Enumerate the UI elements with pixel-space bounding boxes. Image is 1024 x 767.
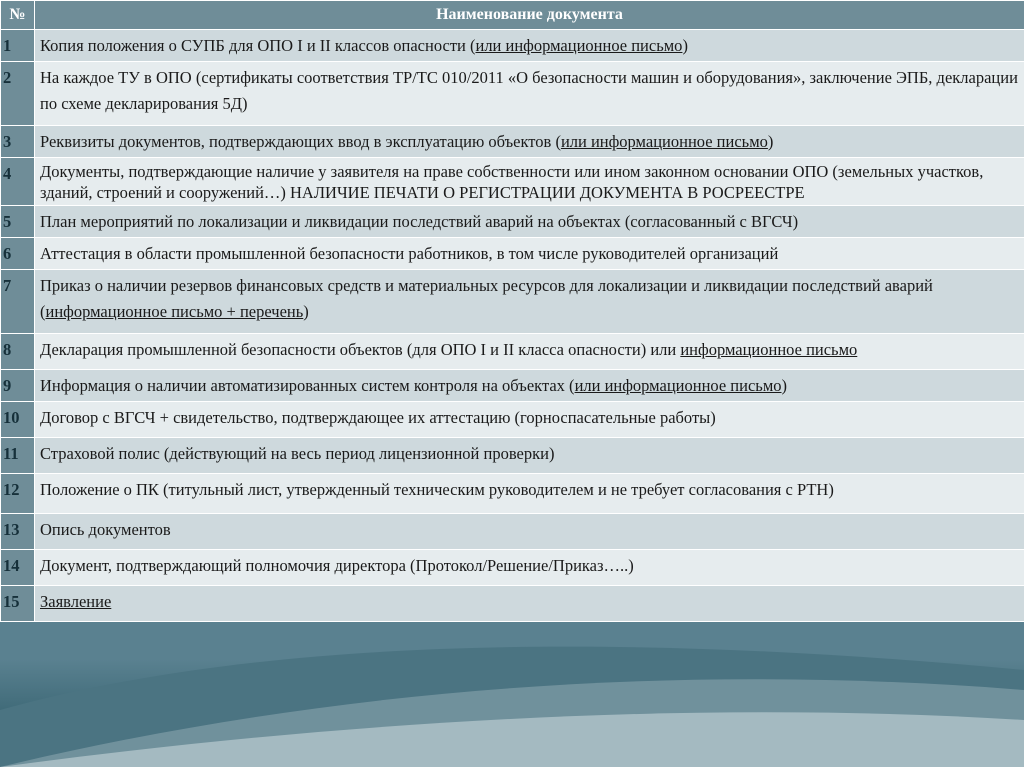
column-header-number: № [0,0,35,30]
table-row: 5 План мероприятий по локализации и ликв… [0,205,1024,238]
row-number: 4 [0,157,35,206]
table-row: 15 Заявление [0,585,1024,622]
table-row: 7 Приказ о наличии резервов финансовых с… [0,269,1024,334]
table-row: 6 Аттестация в области промышленной безо… [0,237,1024,270]
row-text: Заявление [34,585,1024,622]
table-header-row: № Наименование документа [0,0,1024,30]
row-number: 10 [0,401,35,438]
row-number: 14 [0,549,35,586]
row-number: 2 [0,61,35,126]
row-text: На каждое ТУ в ОПО (сертификаты соответс… [34,61,1024,126]
background-swoosh [0,646,1024,767]
table-row: 10 Договор с ВГСЧ + свидетельство, подтв… [0,401,1024,438]
row-text: Реквизиты документов, подтверждающих вво… [34,125,1024,158]
table-row: 13 Опись документов [0,513,1024,550]
row-text: Копия положения о СУПБ для ОПО I и II кл… [34,29,1024,62]
documents-table: № Наименование документа 1 Копия положен… [0,0,1024,622]
table-row: 11 Страховой полис (действующий на весь … [0,437,1024,474]
row-number: 7 [0,269,35,334]
row-number: 6 [0,237,35,270]
table-row: 12 Положение о ПК (титульный лист, утвер… [0,473,1024,514]
row-number: 12 [0,473,35,514]
row-text: Информация о наличии автоматизированных … [34,369,1024,402]
table-row: 3 Реквизиты документов, подтверждающих в… [0,125,1024,158]
row-number: 8 [0,333,35,370]
row-text: Договор с ВГСЧ + свидетельство, подтверж… [34,401,1024,438]
row-number: 9 [0,369,35,402]
row-number: 15 [0,585,35,622]
row-text: План мероприятий по локализации и ликвид… [34,205,1024,238]
row-number: 3 [0,125,35,158]
table-row: 4 Документы, подтверждающие наличие у за… [0,157,1024,206]
row-text: Страховой полис (действующий на весь пер… [34,437,1024,474]
row-text: Положение о ПК (титульный лист, утвержде… [34,473,1024,514]
row-text: Приказ о наличии резервов финансовых сре… [34,269,1024,334]
table-row: 8 Декларация промышленной безопасности о… [0,333,1024,370]
row-text: Декларация промышленной безопасности объ… [34,333,1024,370]
table-row: 14 Документ, подтверждающий полномочия д… [0,549,1024,586]
table-row: 2 На каждое ТУ в ОПО (сертификаты соотве… [0,61,1024,126]
table-row: 9 Информация о наличии автоматизированны… [0,369,1024,402]
row-number: 1 [0,29,35,62]
row-text: Аттестация в области промышленной безопа… [34,237,1024,270]
table-row: 1 Копия положения о СУПБ для ОПО I и II … [0,29,1024,62]
row-number: 5 [0,205,35,238]
row-text: Опись документов [34,513,1024,550]
row-text: Документы, подтверждающие наличие у заяв… [34,157,1024,206]
column-header-document-name: Наименование документа [34,0,1024,30]
row-number: 13 [0,513,35,550]
row-text: Документ, подтверждающий полномочия дире… [34,549,1024,586]
row-number: 11 [0,437,35,474]
